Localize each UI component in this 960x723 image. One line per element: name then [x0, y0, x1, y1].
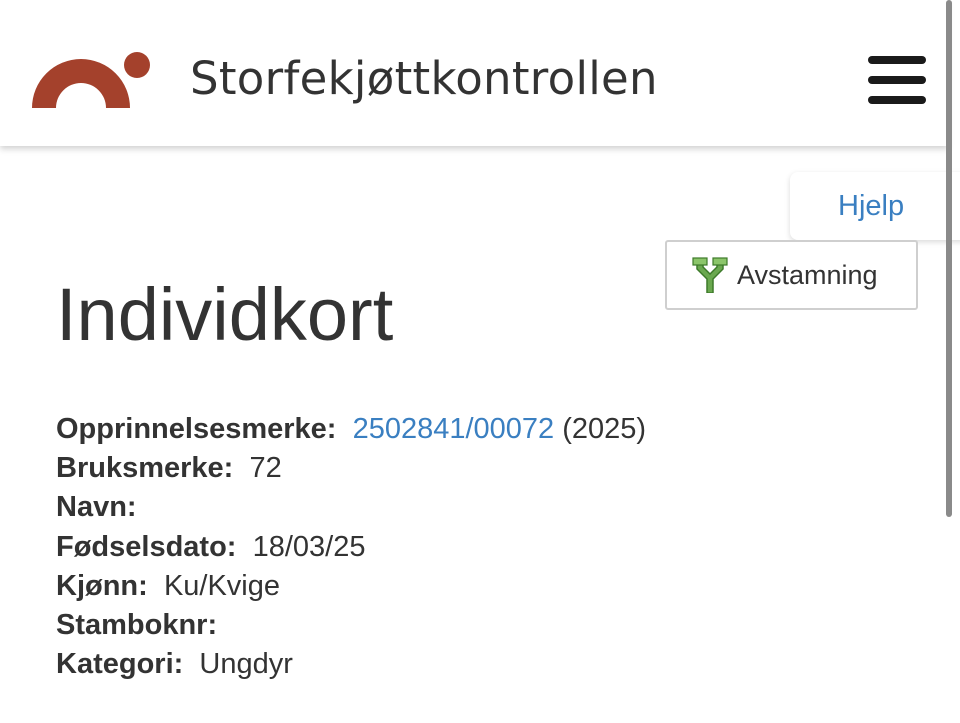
field-herdbook-number: Stamboknr: [56, 606, 646, 645]
field-origin-mark: Opprinnelsesmerke: 2502841/00072 (2025) [56, 410, 646, 449]
field-label: Navn: [56, 491, 137, 524]
field-label: Opprinnelsesmerke: [56, 413, 337, 445]
field-birth-date: Fødselsdato: 18/03/25 [56, 528, 646, 567]
hamburger-menu-icon[interactable] [862, 54, 932, 108]
field-value: Ku/Kvige [163, 569, 281, 602]
field-value: Ungdyr [199, 648, 293, 681]
field-category: Kategori: Ungdyr [56, 645, 646, 684]
site-title[interactable]: Storfekjøttkontrollen [190, 52, 658, 105]
field-label: Kategori: [56, 648, 184, 681]
site-header: Storfekjøttkontrollen [0, 0, 948, 146]
animal-info: Opprinnelsesmerke: 2502841/00072 (2025) … [56, 410, 646, 684]
field-label: Kjønn: [56, 569, 148, 602]
page-title: Individkort [56, 273, 394, 356]
birth-year: (2025) [562, 413, 647, 445]
pedigree-button[interactable]: Avstamning [665, 240, 918, 310]
field-value: 72 [249, 452, 282, 485]
field-value: 18/03/25 [252, 530, 366, 563]
field-label: Stamboknr: [56, 609, 218, 642]
logo-icon[interactable] [32, 50, 152, 110]
field-label: Bruksmerke: [56, 452, 234, 485]
field-sex: Kjønn: Ku/Kvige [56, 567, 646, 606]
field-name: Navn: [56, 488, 646, 527]
field-label: Fødselsdato: [56, 530, 237, 563]
pedigree-tree-icon [692, 257, 728, 293]
field-use-mark: Bruksmerke: 72 [56, 449, 646, 488]
origin-mark-link[interactable]: 2502841/00072 [353, 413, 555, 445]
pedigree-button-label: Avstamning [737, 259, 878, 290]
help-button[interactable]: Hjelp [790, 172, 960, 240]
scrollbar[interactable] [946, 0, 952, 517]
